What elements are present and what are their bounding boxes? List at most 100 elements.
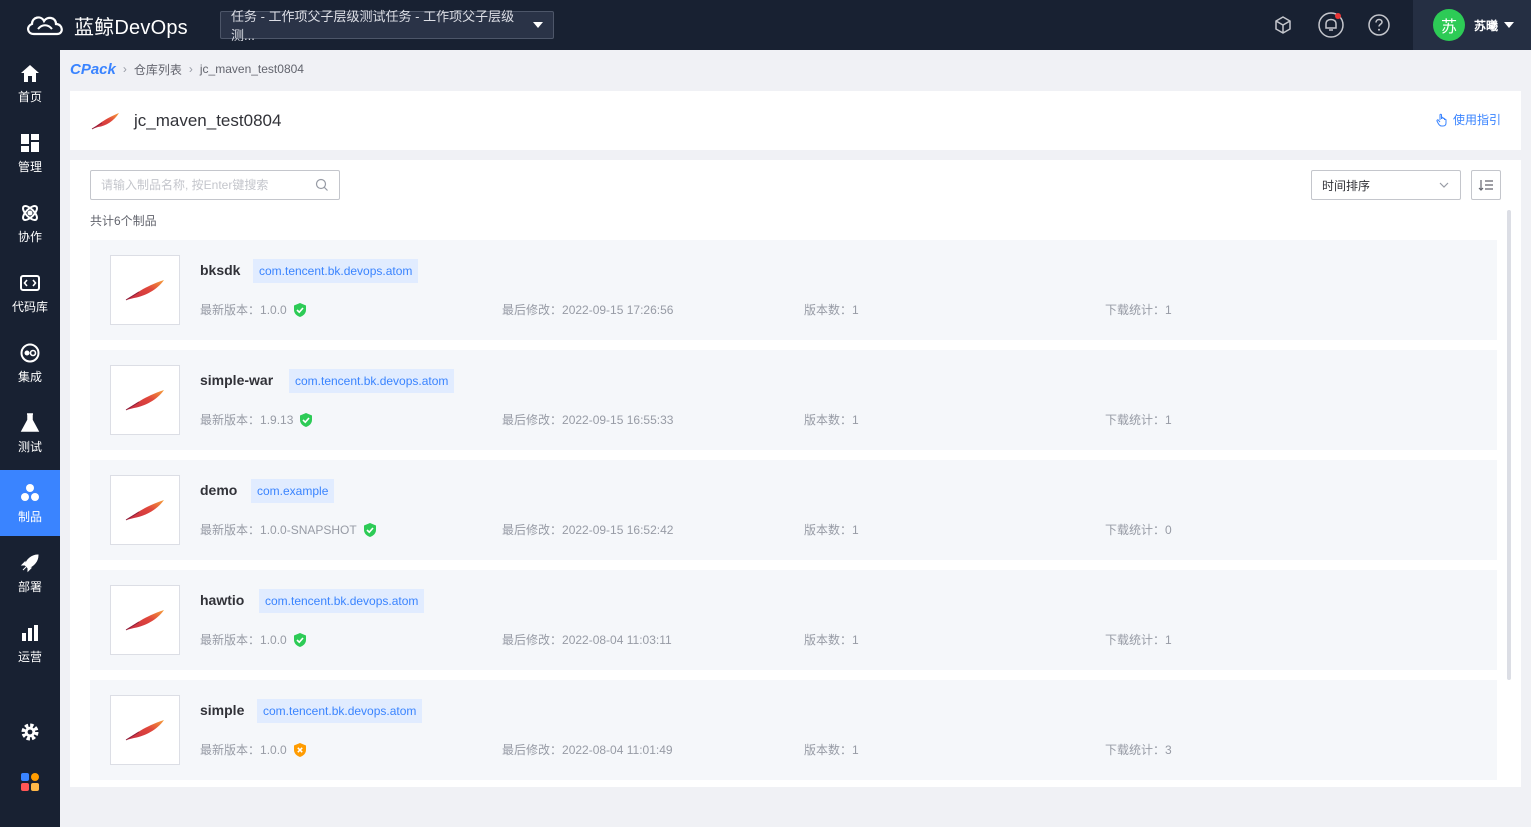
shield-check-icon [363,522,377,538]
home-icon [21,64,39,82]
download-count: 下载统计： 1 [1105,631,1172,648]
app-logo[interactable]: 蓝鲸DevOps [24,11,204,40]
meta-label: 版本数： [804,303,853,317]
nav-item-artifact[interactable]: 制品 [0,470,60,536]
maven-feather-icon [125,280,164,301]
shield-warning-icon [293,742,307,758]
nav-item-manage[interactable]: 管理 [0,120,60,186]
nav-item-collab[interactable]: 协作 [0,190,60,256]
group-tag: com.tencent.bk.devops.atom [259,589,425,613]
cpack-logo[interactable]: CPack [70,61,116,78]
package-item[interactable]: simple-war com.tencent.bk.devops.atom 最新… [90,350,1497,450]
meta-label: 最后修改： [502,743,563,757]
nav-item-ops[interactable]: 运营 [0,610,60,676]
bell-icon[interactable] [1315,9,1347,41]
version-count: 版本数： 1 [804,631,859,648]
latest-version: 最新版本： 1.9.13 [200,411,313,428]
package-name[interactable]: simple-war [200,372,273,388]
maven-feather-icon [125,610,164,631]
package-name[interactable]: hawtio [200,592,244,608]
meta-label: 最新版本： [200,743,261,757]
cube-icon[interactable] [1267,9,1299,41]
shield-check-icon [293,632,307,648]
package-name[interactable]: bksdk [200,262,240,278]
page-title: jc_maven_test0804 [134,110,282,130]
nav-label: 集成 [17,369,42,384]
usage-guide-link[interactable]: 使用指引 [1435,111,1501,128]
gear-icon [21,723,39,741]
sort-select-value: 时间排序 [1322,178,1371,193]
meta-label: 最后修改： [502,633,563,647]
package-item[interactable]: simple com.tencent.bk.devops.atom 最新版本： 1… [90,680,1497,780]
package-thumbnail [110,695,180,765]
nav-item-test[interactable]: 测试 [0,400,60,466]
caret-down-icon [533,22,543,28]
download-count-value: 1 [1165,632,1172,647]
maven-feather-icon [125,500,164,521]
collab-icon [22,204,38,221]
nav-item-home[interactable]: 首页 [0,50,60,116]
download-count-value: 1 [1165,412,1172,427]
sort-select[interactable]: 时间排序 [1311,170,1461,200]
project-select[interactable]: 任务 - 工作项父子层级测试任务 - 工作项父子层级测... [220,9,554,43]
sort-order-button[interactable] [1471,170,1501,200]
search-icon[interactable] [315,178,329,192]
package-item[interactable]: bksdk com.tencent.bk.devops.atom 最新版本： 1.… [90,240,1497,340]
breadcrumb: CPack › 仓库列表 › jc_maven_test0804 [70,59,304,79]
meta-label: 最新版本： [200,413,261,427]
search-box[interactable] [90,170,340,200]
group-tag: com.tencent.bk.devops.atom [257,699,423,723]
version-count: 版本数： 1 [804,521,859,538]
package-thumbnail [110,365,180,435]
latest-version: 最新版本： 1.0.0-SNAPSHOT [200,521,377,538]
hand-pointer-icon [1436,113,1447,126]
rocket-icon [20,553,39,572]
download-count: 下载统计： 0 [1105,521,1172,538]
modified-value: 2022-08-04 11:01:49 [562,742,673,757]
nav-label: 制品 [17,509,42,524]
nav-item-deploy[interactable]: 部署 [0,540,60,606]
package-name[interactable]: demo [200,482,237,498]
package-item[interactable]: demo com.example 最新版本： 1.0.0-SNAPSHOT 最后修… [90,460,1497,560]
last-modified: 最后修改： 2022-08-04 11:01:49 [502,741,673,758]
package-thumbnail [110,585,180,655]
latest-version: 最新版本： 1.0.0 [200,301,307,318]
scrollbar[interactable] [1507,210,1511,680]
version-value: 1.0.0-SNAPSHOT [260,522,357,537]
user-menu[interactable]: 苏 苏曦 [1413,0,1531,50]
breadcrumb-repo-list[interactable]: 仓库列表 [134,61,182,78]
version-count-value: 1 [852,522,859,537]
settings-button[interactable] [0,712,60,752]
chevron-right-icon: › [188,62,193,76]
meta-label: 下载统计： [1105,523,1166,537]
meta-label: 版本数： [804,413,853,427]
maven-feather-icon [125,390,164,411]
project-select-value: 任务 - 工作项父子层级测试任务 - 工作项父子层级测... [231,9,515,43]
version-value: 1.0.0 [260,632,287,647]
group-tag: com.example [251,479,335,503]
maven-feather-icon [91,112,119,129]
cloud-logo-icon [27,16,63,36]
notification-dot [1335,13,1341,19]
package-name[interactable]: simple [200,702,244,718]
version-value: 1.9.13 [260,412,294,427]
apps-button[interactable] [0,762,60,802]
version-value: 1.0.0 [260,302,287,317]
shield-check-icon [293,302,307,318]
last-modified: 最后修改： 2022-09-15 16:55:33 [502,411,673,428]
version-count: 版本数： 1 [804,301,859,318]
version-count-value: 1 [852,632,859,647]
search-input[interactable] [101,178,301,192]
nav-item-code[interactable]: 代码库 [0,260,60,326]
last-modified: 最后修改： 2022-09-15 17:26:56 [502,301,673,318]
package-item[interactable]: hawtio com.tencent.bk.devops.atom 最新版本： 1… [90,570,1497,670]
help-icon[interactable] [1363,9,1395,41]
usage-guide-label: 使用指引 [1452,113,1501,127]
nav-item-integration[interactable]: 集成 [0,330,60,396]
nav-label: 首页 [17,89,42,104]
total-count: 共计6个制品 [90,214,157,228]
top-bar: 蓝鲸DevOps 任务 - 工作项父子层级测试任务 - 工作项父子层级测... … [0,0,1531,50]
meta-label: 最后修改： [502,413,563,427]
meta-label: 下载统计： [1105,303,1166,317]
meta-label: 版本数： [804,743,853,757]
